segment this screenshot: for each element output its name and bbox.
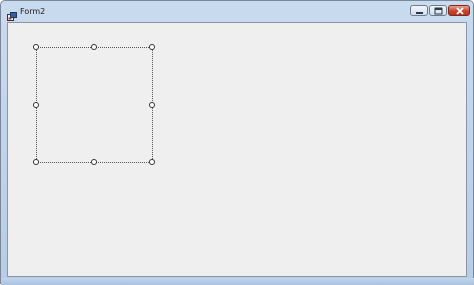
resize-handle-top-left[interactable] [33, 44, 39, 50]
form-window: Form2 [0, 0, 474, 285]
close-icon [456, 7, 464, 15]
resize-handle-bottom-left[interactable] [33, 159, 39, 165]
title-bar[interactable]: Form2 [1, 1, 473, 23]
resize-handle-left[interactable] [33, 102, 39, 108]
resize-handle-right[interactable] [149, 102, 155, 108]
form-app-icon[interactable] [7, 7, 17, 21]
minimize-icon [416, 12, 423, 14]
resize-handle-bottom-right[interactable] [149, 159, 155, 165]
maximize-button[interactable] [429, 5, 447, 16]
minimize-button[interactable] [410, 5, 428, 16]
resize-handle-top-right[interactable] [149, 44, 155, 50]
resize-handle-top[interactable] [91, 44, 97, 50]
resize-handle-bottom[interactable] [91, 159, 97, 165]
form-client-area[interactable] [7, 22, 467, 277]
maximize-icon [434, 7, 443, 15]
window-title: Form2 [20, 7, 46, 16]
selected-control[interactable] [33, 44, 155, 165]
close-button[interactable] [448, 5, 470, 16]
